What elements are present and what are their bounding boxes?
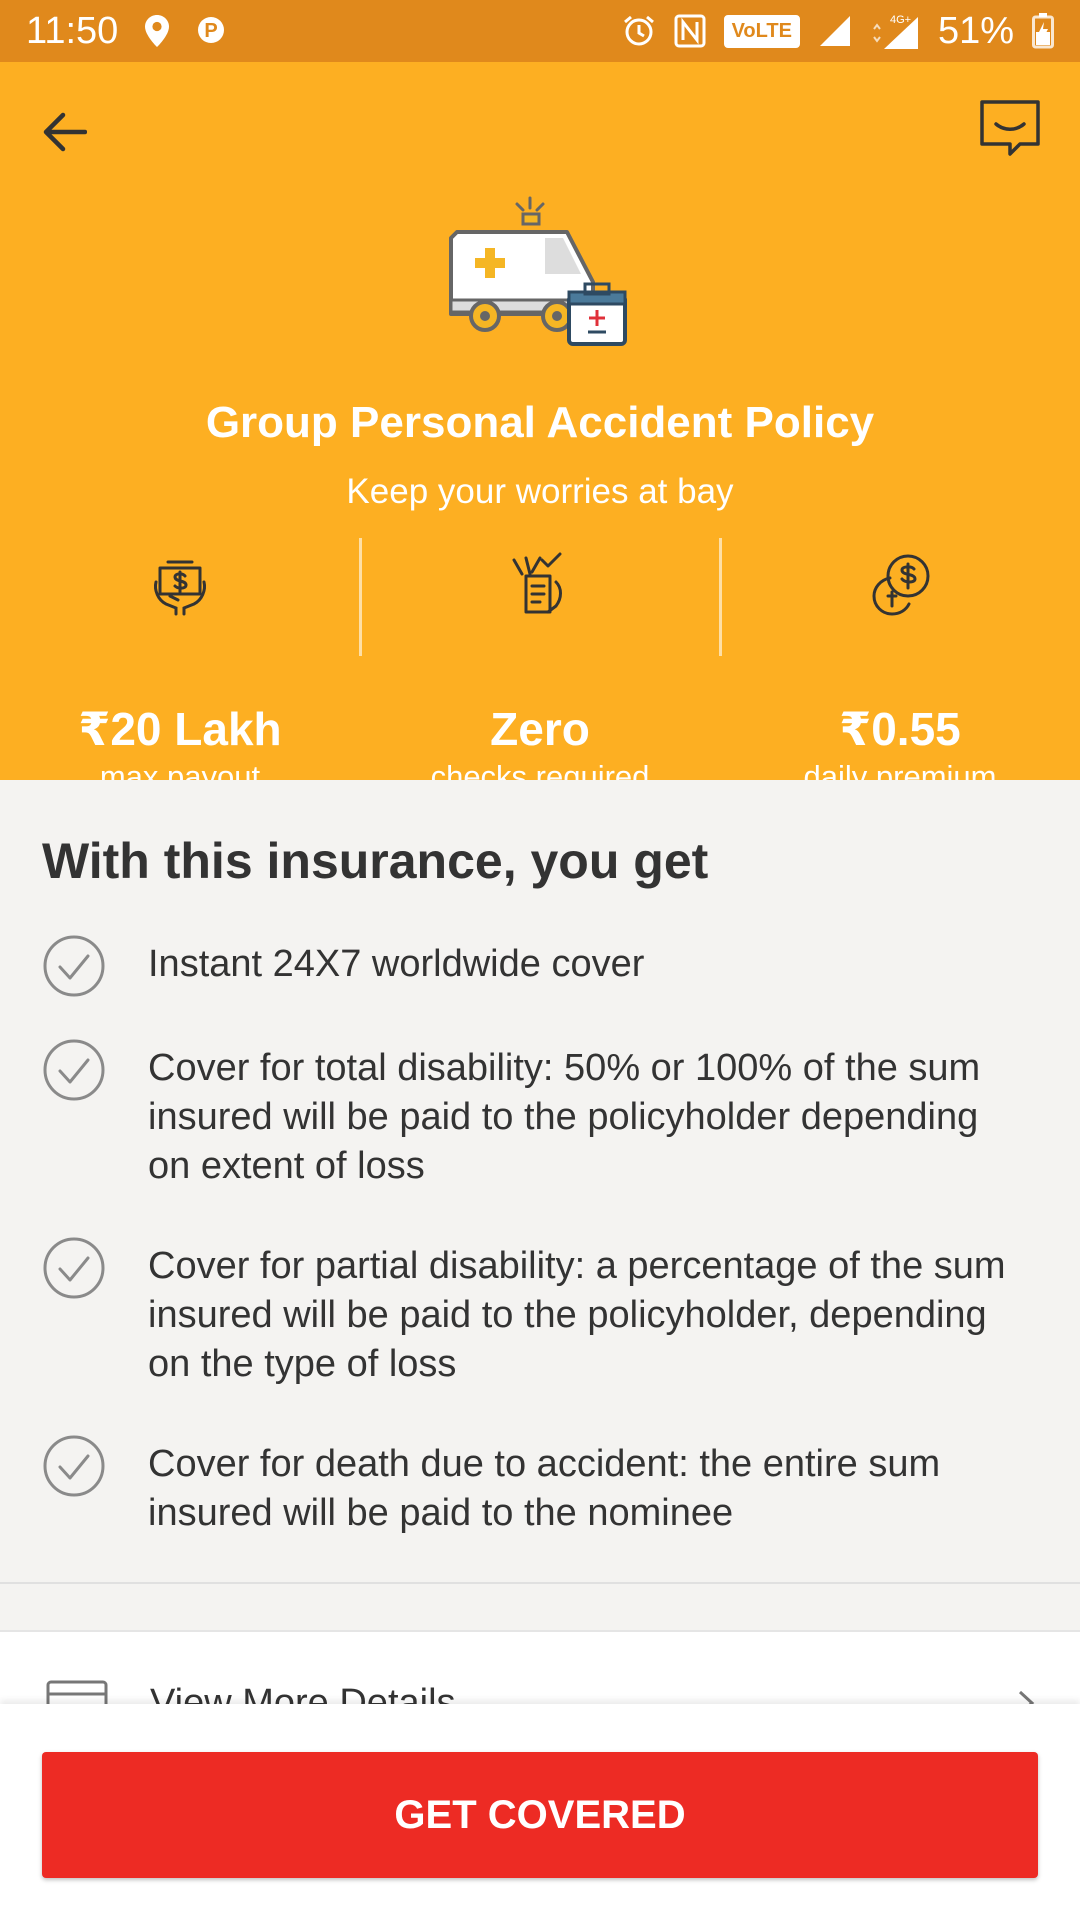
stats-row: ₹20 Lakh max payout Zero checks required… [0, 552, 1080, 794]
status-time: 11:50 [26, 9, 119, 52]
benefits-heading: With this insurance, you get [42, 833, 709, 889]
checks-icon [512, 552, 562, 614]
status-bar: 11:50 P VoLTE 4G+ 51% [0, 0, 1080, 62]
svg-text:4G+: 4G+ [890, 14, 911, 26]
coins-icon [872, 554, 930, 616]
volte-badge: VoLTE [723, 14, 800, 48]
signal-4g-icon: 4G+ [870, 11, 920, 51]
benefit-text: Cover for total disability: 50% or 100% … [148, 1047, 981, 1187]
benefit-item: Cover for total disability: 50% or 100% … [42, 1038, 1042, 1191]
check-circle-icon [43, 1237, 105, 1299]
view-more-details-row[interactable]: View More Details [0, 1630, 1080, 1710]
battery-percent: 51% [937, 9, 1014, 52]
stat-value: ₹20 Lakh [78, 703, 282, 755]
get-covered-button[interactable]: GET COVERED [42, 1752, 1038, 1878]
arrow-left-icon [43, 112, 87, 152]
policy-header: Group Personal Accident Policy Keep your… [0, 62, 1080, 794]
benefit-text: Cover for partial disability: a percenta… [148, 1245, 1006, 1385]
benefit-item: Cover for death due to accident: the ent… [42, 1434, 1042, 1538]
benefits-section: With this insurance, you get Instant 24X… [0, 780, 1080, 1584]
stat-value: ₹0.55 [839, 703, 961, 755]
location-icon [144, 14, 170, 48]
svg-text:P: P [205, 20, 218, 42]
benefit-text: Instant 24X7 worldwide cover [148, 943, 645, 985]
battery-icon [1032, 13, 1054, 49]
page-title: Group Personal Accident Policy [205, 398, 875, 447]
check-circle-icon [43, 1435, 105, 1497]
payout-icon [154, 560, 206, 616]
alarm-icon [622, 14, 656, 48]
benefit-text: Cover for death due to accident: the ent… [148, 1443, 941, 1534]
chat-bubble-icon [980, 100, 1040, 156]
check-circle-icon [43, 935, 105, 997]
back-button[interactable] [34, 102, 94, 162]
page-subtitle: Keep your worries at bay [346, 472, 734, 511]
stat-divider [719, 538, 722, 656]
chat-button[interactable] [978, 96, 1042, 160]
stat-checks: Zero checks required [360, 552, 720, 794]
parking-app-icon: P [196, 15, 226, 47]
check-circle-icon [43, 1039, 105, 1101]
stat-divider [359, 538, 362, 656]
footer: GET COVERED [0, 1704, 1080, 1931]
stat-value: Zero [490, 703, 590, 755]
nfc-icon [674, 14, 706, 48]
benefit-item: Instant 24X7 worldwide cover [42, 934, 1042, 998]
stat-daily-premium: ₹0.55 daily premium [720, 552, 1080, 794]
stat-max-payout: ₹20 Lakh max payout [0, 552, 360, 794]
signal-icon [818, 14, 852, 48]
benefit-item: Cover for partial disability: a percenta… [42, 1236, 1042, 1389]
ambulance-illustration [445, 192, 635, 352]
